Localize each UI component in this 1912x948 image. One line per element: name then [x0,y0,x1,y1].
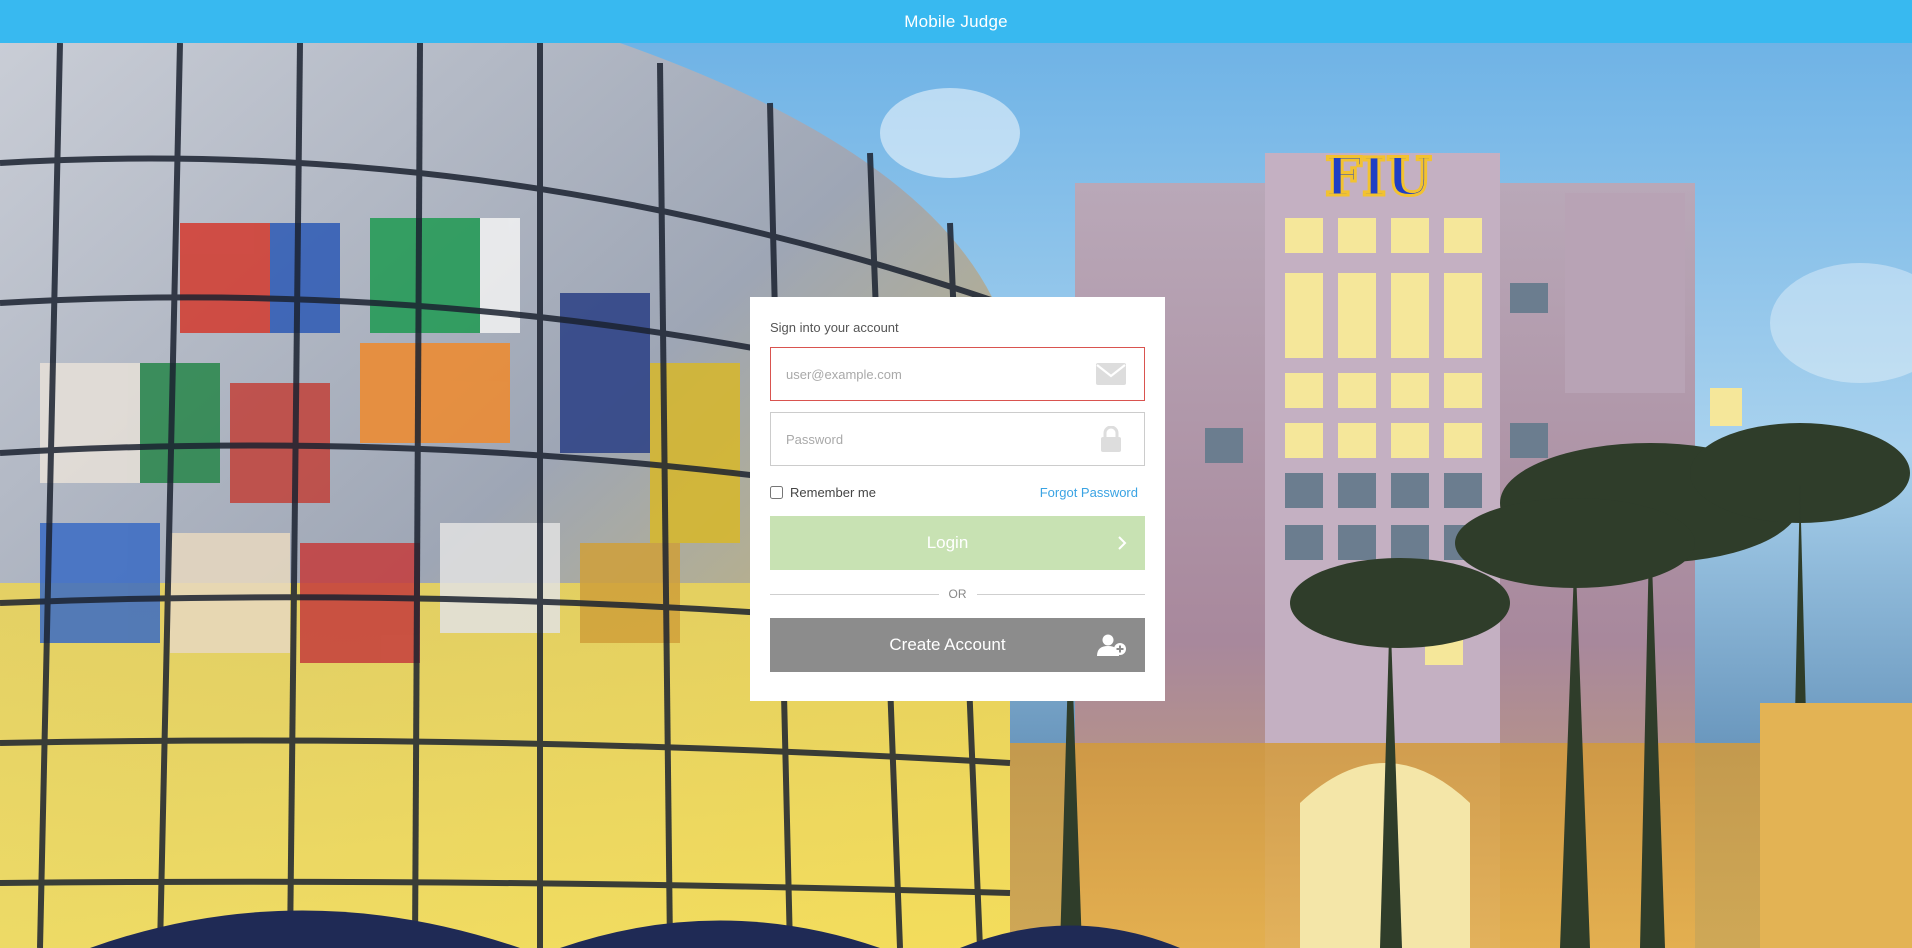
password-input[interactable] [771,413,1144,465]
lock-icon [1096,426,1126,452]
login-card: Sign into your account Rem [750,297,1165,701]
chevron-right-icon [1117,535,1127,551]
email-field [770,347,1145,401]
app-title: Mobile Judge [904,11,1008,31]
create-account-label: Create Account [889,635,1006,654]
login-options-row: Remember me Forgot Password [770,477,1145,507]
login-button-label: Login [926,533,969,552]
create-account-button[interactable]: Create Account [770,618,1145,672]
fiu-sign-text: FIU [1325,147,1432,208]
login-page: Mobile Judge FIU Sign into your account … [0,0,1912,948]
remember-me-label: Remember me [790,484,876,500]
remember-me: Remember me [770,485,876,500]
email-input[interactable] [771,348,1144,400]
or-divider: OR [770,570,1145,618]
envelope-icon [1096,362,1126,386]
login-heading: Sign into your account [770,320,899,335]
remember-me-checkbox[interactable] [770,485,783,499]
login-button[interactable]: Login [770,516,1145,570]
or-divider-label: OR [948,587,967,601]
password-field [770,412,1145,466]
app-header: Mobile Judge [0,0,1912,43]
forgot-password-link[interactable]: Forgot Password [1040,485,1138,500]
add-user-icon [1097,634,1127,656]
